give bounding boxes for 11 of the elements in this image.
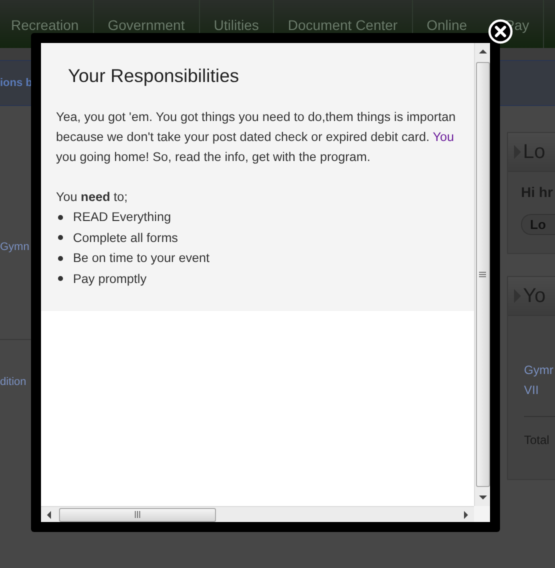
cart-link[interactable]: Gymr VII	[524, 360, 555, 400]
left-link[interactable]: dition	[0, 376, 31, 388]
list-item: Pay promptly	[73, 272, 146, 286]
list-intro: You need to;	[56, 189, 129, 206]
list-item: Complete all forms	[73, 230, 178, 245]
list-item: Be on time to your event	[73, 251, 210, 266]
left-link[interactable]: Gymn	[0, 241, 31, 253]
dialog-title: Your Responsibilities	[68, 65, 240, 87]
list-item: READ Everything	[73, 210, 171, 224]
paragraph: Yea, you got 'em. You got things you need to do,them things is importan because we don't take your post dated check or expired debit card. You you going home! So, read the info, get with the program.	[56, 109, 457, 166]
text-link[interactable]: You	[432, 130, 454, 144]
